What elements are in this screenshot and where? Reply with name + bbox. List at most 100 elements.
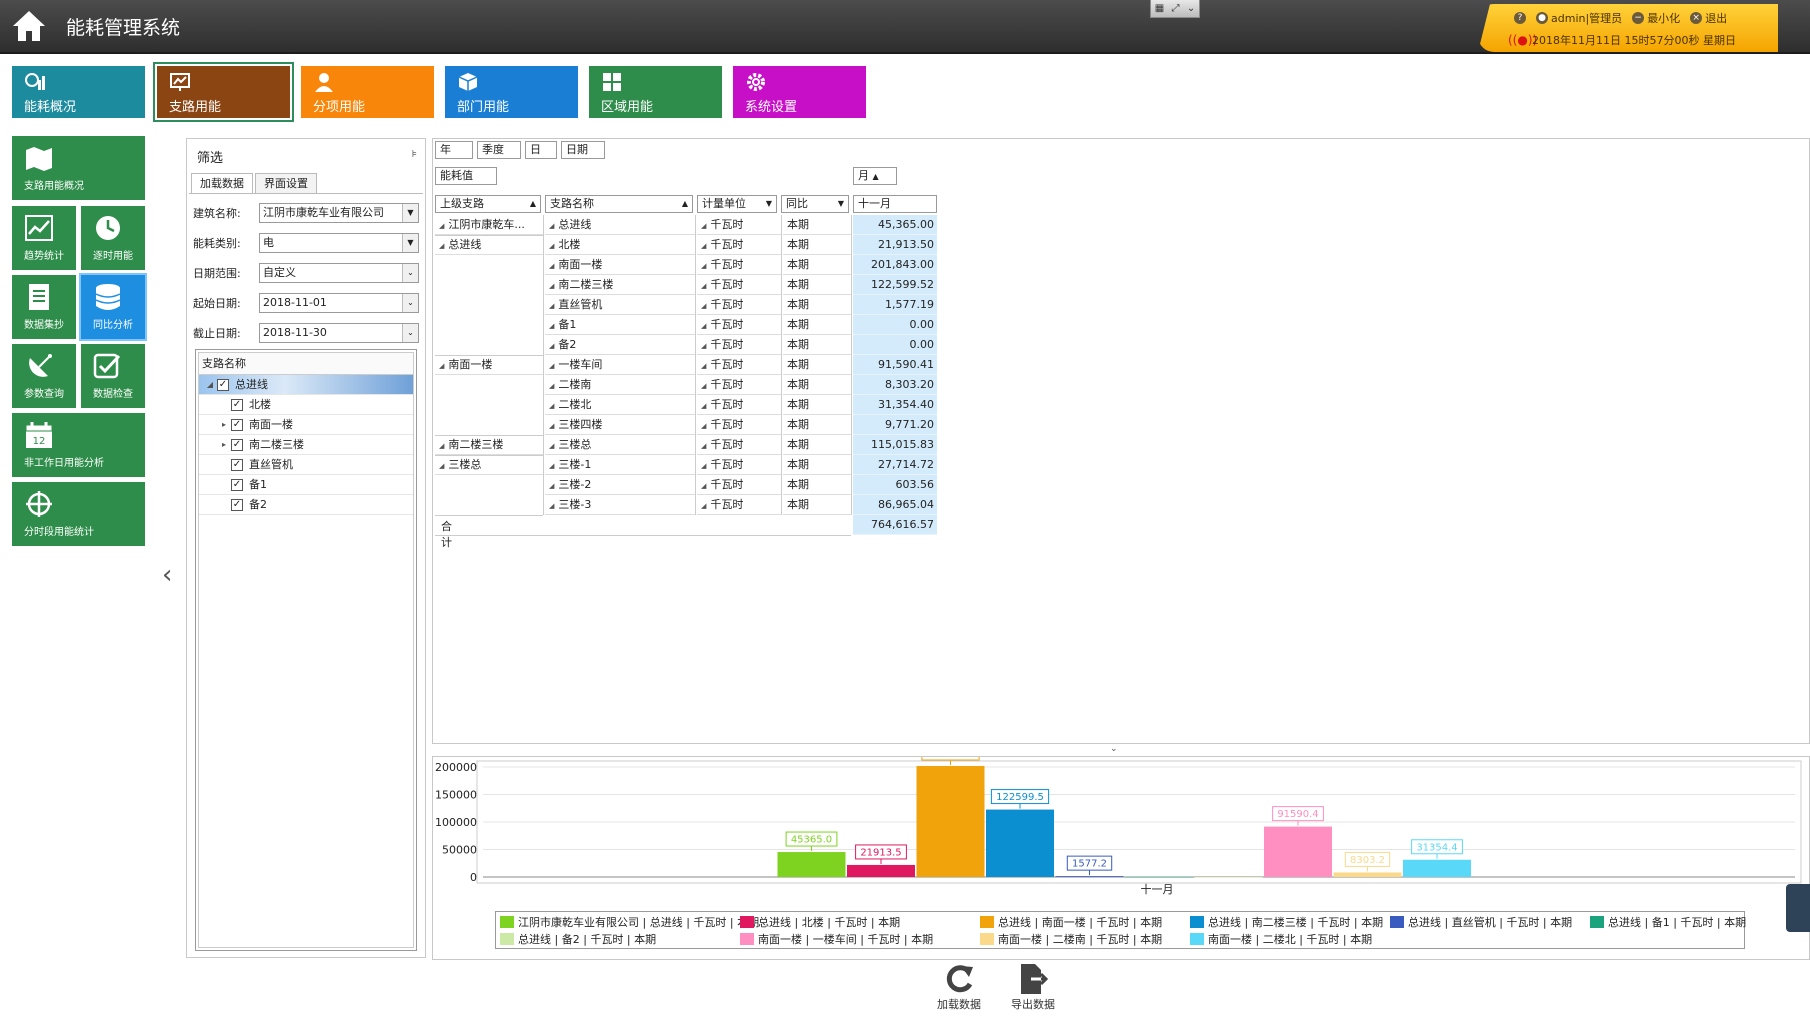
legend-item[interactable]: 总进线 | 备2 | 千瓦时 | 本期: [500, 931, 656, 947]
collapse-triangle-icon[interactable]: ◢: [701, 382, 706, 390]
side-yoy-analysis[interactable]: 同比分析: [79, 273, 147, 341]
legend-item[interactable]: 总进线 | 北楼 | 千瓦时 | 本期: [740, 914, 900, 930]
collapse-triangle-icon[interactable]: ◢: [701, 362, 706, 370]
chart-bar[interactable]: [847, 864, 915, 877]
tree-node-checkbox[interactable]: ✓: [217, 379, 229, 391]
collapse-triangle-icon[interactable]: ◢: [549, 422, 554, 430]
collapse-triangle-icon[interactable]: ◢: [701, 302, 706, 310]
value-cell[interactable]: 9,771.20: [853, 415, 937, 435]
row-header-parent[interactable]: 上级支路 ▲: [435, 195, 541, 213]
collapse-triangle-icon[interactable]: ◢: [549, 222, 554, 230]
expand-toggle-icon[interactable]: ◢: [205, 375, 215, 395]
nav-system-settings[interactable]: 系统设置: [733, 66, 866, 118]
value-cell[interactable]: 86,965.04: [853, 495, 937, 515]
row-branch-cell[interactable]: ◢ 三楼-1: [545, 455, 695, 475]
legend-item[interactable]: 南面一楼 | 二楼北 | 千瓦时 | 本期: [1190, 931, 1372, 947]
value-cell[interactable]: 201,843.00: [853, 255, 937, 275]
minimize-button[interactable]: − 最小化: [1632, 10, 1680, 26]
row-header-branch[interactable]: 支路名称 ▲: [545, 195, 693, 213]
tree-node[interactable]: ✓ 备2: [199, 495, 413, 515]
nav-branch-energy[interactable]: 支路用能: [153, 62, 294, 122]
collapse-triangle-icon[interactable]: ◢: [701, 442, 706, 450]
tab-ui-settings[interactable]: 界面设置: [255, 173, 317, 193]
side-param-query[interactable]: 参数查询: [12, 344, 76, 408]
tree-node[interactable]: ▸ ✓ 南二楼三楼: [199, 435, 413, 455]
collapse-triangle-icon[interactable]: ◢: [439, 462, 444, 470]
logout-button[interactable]: × 退出: [1690, 10, 1727, 26]
side-branch-overview[interactable]: 支路用能概况: [12, 136, 145, 200]
user-account[interactable]: ● admin|管理员: [1536, 10, 1622, 26]
row-branch-cell[interactable]: ◢ 三楼总: [545, 435, 695, 455]
collapse-triangle-icon[interactable]: ◢: [549, 322, 554, 330]
row-branch-cell[interactable]: ◢ 备1: [545, 315, 695, 335]
date-range-select[interactable]: 自定义 ⌄: [259, 263, 419, 283]
tree-node-checkbox[interactable]: ✓: [231, 499, 243, 511]
collapse-triangle-icon[interactable]: ◢: [701, 462, 706, 470]
collapse-triangle-icon[interactable]: ◢: [549, 502, 554, 510]
value-cell[interactable]: 0.00: [853, 315, 937, 335]
tree-node-checkbox[interactable]: ✓: [231, 479, 243, 491]
row-branch-cell[interactable]: ◢ 总进线: [545, 215, 695, 235]
column-header-month[interactable]: 十一月: [853, 195, 937, 213]
row-branch-cell[interactable]: ◢ 二楼北: [545, 395, 695, 415]
tree-node-checkbox[interactable]: ✓: [231, 439, 243, 451]
end-date-input[interactable]: 2018-11-30 ⌄: [259, 323, 419, 343]
tree-node[interactable]: ✓ 直丝管机: [199, 455, 413, 475]
collapse-triangle-icon[interactable]: ◢: [701, 422, 706, 430]
value-cell[interactable]: 91,590.41: [853, 355, 937, 375]
collapse-triangle-icon[interactable]: ◢: [549, 242, 554, 250]
splitter-chevron-icon[interactable]: ⌄: [1110, 744, 1118, 754]
collapse-triangle-icon[interactable]: ◢: [549, 462, 554, 470]
collapse-triangle-icon[interactable]: ◢: [549, 362, 554, 370]
tree-node[interactable]: ✓ 备1: [199, 475, 413, 495]
legend-item[interactable]: 总进线 | 南二楼三楼 | 千瓦时 | 本期: [1190, 914, 1383, 930]
value-cell[interactable]: 1,577.19: [853, 295, 937, 315]
row-branch-cell[interactable]: ◢ 三楼-3: [545, 495, 695, 515]
window-controls[interactable]: ▦ ⤢ ⌄: [1150, 0, 1200, 18]
value-cell[interactable]: 31,354.40: [853, 395, 937, 415]
home-icon[interactable]: [10, 8, 48, 44]
collapse-triangle-icon[interactable]: ◢: [439, 242, 444, 250]
value-cell[interactable]: 122,599.52: [853, 275, 937, 295]
energy-type-select[interactable]: 电 ▼: [259, 233, 419, 253]
filter-field-quarter[interactable]: 季度: [477, 141, 521, 159]
legend-item[interactable]: 南面一楼 | 二楼南 | 千瓦时 | 本期: [980, 931, 1162, 947]
chart-bar[interactable]: [1055, 876, 1124, 877]
value-cell[interactable]: 115,015.83: [853, 435, 937, 455]
expand-toggle-icon[interactable]: ▸: [219, 415, 229, 435]
row-header-yoy[interactable]: 同比 ▼: [781, 195, 849, 213]
row-branch-cell[interactable]: ◢ 三楼-2: [545, 475, 695, 495]
value-cell[interactable]: 603.56: [853, 475, 937, 495]
tree-node[interactable]: ✓ 北楼: [199, 395, 413, 415]
row-parent-cell[interactable]: ◢ 江阴市康乾车...: [435, 215, 543, 235]
collapse-triangle-icon[interactable]: ◢: [701, 402, 706, 410]
row-parent-cell[interactable]: ◢ 南二楼三楼: [435, 435, 543, 455]
side-data-collect[interactable]: 数据集抄: [12, 275, 76, 339]
nav-energy-overview[interactable]: 能耗概况: [12, 66, 145, 118]
start-date-input[interactable]: 2018-11-01 ⌄: [259, 293, 419, 313]
filter-field-day[interactable]: 日: [525, 141, 557, 159]
collapse-triangle-icon[interactable]: ◢: [549, 442, 554, 450]
chart-bar[interactable]: [986, 809, 1054, 877]
side-scroll-handle[interactable]: [1786, 884, 1810, 932]
column-field-month[interactable]: 月 ▲: [853, 167, 897, 185]
collapse-triangle-icon[interactable]: ◢: [701, 502, 706, 510]
collapse-triangle-icon[interactable]: ◢: [701, 242, 706, 250]
collapse-triangle-icon[interactable]: ◢: [549, 342, 554, 350]
value-cell[interactable]: 8,303.20: [853, 375, 937, 395]
expand-toggle-icon[interactable]: ▸: [219, 435, 229, 455]
row-parent-cell[interactable]: ◢ 总进线: [435, 235, 543, 255]
row-branch-cell[interactable]: ◢ 北楼: [545, 235, 695, 255]
legend-item[interactable]: 江阴市康乾车业有限公司 | 总进线 | 千瓦时 | 本期: [500, 914, 759, 930]
tree-node-checkbox[interactable]: ✓: [231, 419, 243, 431]
row-branch-cell[interactable]: ◢ 南二楼三楼: [545, 275, 695, 295]
chart-bar[interactable]: [1264, 826, 1332, 877]
row-header-unit[interactable]: 计量单位 ▼: [697, 195, 777, 213]
collapse-triangle-icon[interactable]: ◢: [549, 482, 554, 490]
chart-bar[interactable]: [1125, 877, 1193, 878]
chart-bar[interactable]: [1333, 872, 1402, 877]
chart-bar[interactable]: [777, 852, 846, 877]
collapse-triangle-icon[interactable]: ◢: [439, 222, 444, 230]
collapse-triangle-icon[interactable]: ◢: [701, 222, 706, 230]
row-branch-cell[interactable]: ◢ 备2: [545, 335, 695, 355]
